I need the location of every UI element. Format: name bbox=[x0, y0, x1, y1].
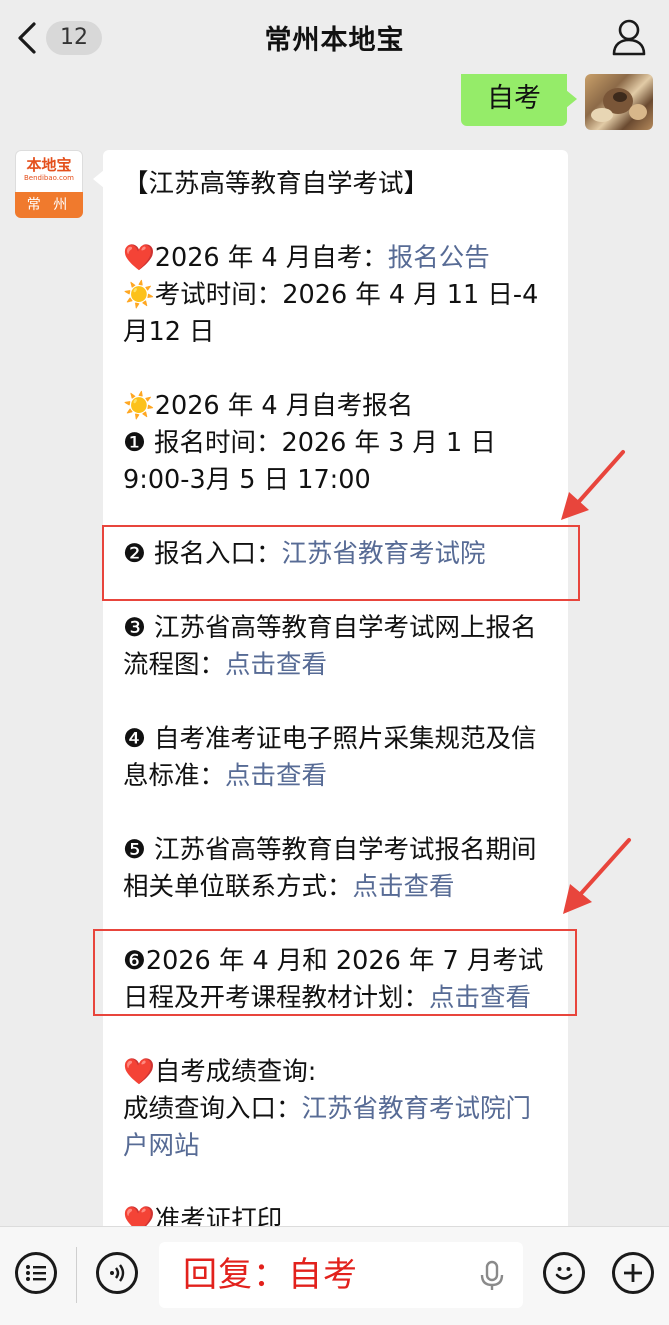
line-registration-entry: ❷ 报名入口：江苏省教育考试院 bbox=[123, 539, 486, 569]
heart-icon: ❤️ bbox=[123, 243, 155, 273]
chat-title: 常州本地宝 bbox=[264, 25, 405, 56]
received-message: 【江苏高等教育自学考试】 ❤️2026 年 4 月自考：报名公告 ☀️考试时间：… bbox=[93, 150, 568, 1270]
line-registration-time: ❶ 报名时间：2026 年 3 月 1 日 9:00-3月 5 日 17:00 bbox=[123, 428, 496, 495]
plus-icon bbox=[624, 1264, 642, 1282]
red-arrow-icon bbox=[561, 450, 625, 520]
list-icon bbox=[26, 1265, 46, 1281]
message-title: 【江苏高等教育自学考试】 bbox=[123, 169, 430, 199]
divider bbox=[76, 1247, 77, 1303]
voice-wave-icon bbox=[110, 1264, 125, 1282]
user-avatar[interactable] bbox=[585, 74, 653, 130]
flowchart-link[interactable]: 点击查看 bbox=[225, 650, 327, 680]
line-exam-time: ☀️考试时间：2026 年 4 月 11 日-4 月12 日 bbox=[123, 280, 539, 347]
line-photo-standard: ❹ 自考准考证电子照片采集规范及信息标准：点击查看 bbox=[123, 724, 537, 791]
voice-mode-button[interactable] bbox=[96, 1252, 138, 1294]
bendibao-avatar[interactable]: 本地宝 Bendibao.com 常 州 bbox=[15, 150, 83, 218]
contacts-link[interactable]: 点击查看 bbox=[353, 872, 455, 902]
reply-hint: 回复：自考 bbox=[183, 1255, 358, 1295]
smiley-icon bbox=[555, 1267, 573, 1280]
line-score-query: ❤️自考成绩查询: bbox=[123, 1057, 317, 1087]
line-registration-notice: ❤️2026 年 4 月自考：报名公告 bbox=[123, 243, 490, 273]
sent-bubble[interactable]: 自考 bbox=[461, 74, 577, 126]
input-bar: 回复：自考 bbox=[0, 1226, 669, 1325]
line-contacts: ❺ 江苏省高等教育自学考试报名期间相关单位联系方式：点击查看 bbox=[123, 835, 537, 902]
more-button[interactable] bbox=[612, 1252, 654, 1294]
logo-city: 常 州 bbox=[15, 192, 83, 218]
sun-icon: ☀️ bbox=[123, 391, 155, 421]
heart-icon: ❤️ bbox=[123, 1057, 155, 1087]
line-exam-schedule: ❻2026 年 4 月和 2026 年 7 月考试日程及开考课程教材计划：点击查… bbox=[123, 946, 544, 1013]
menu-button[interactable] bbox=[15, 1252, 57, 1294]
photo-standard-link[interactable]: 点击查看 bbox=[225, 761, 327, 791]
line-april-registration: ☀️2026 年 4 月自考报名 bbox=[123, 391, 414, 421]
message-input[interactable]: 回复：自考 bbox=[159, 1242, 523, 1308]
logo-domain: Bendibao.com bbox=[23, 174, 74, 182]
microphone-icon[interactable] bbox=[479, 1260, 505, 1292]
line-score-entry: 成绩查询入口：江苏省教育考试院门户网站 bbox=[123, 1094, 532, 1161]
person-icon[interactable] bbox=[611, 18, 647, 56]
jseea-link[interactable]: 江苏省教育考试院 bbox=[281, 539, 485, 569]
red-arrow-icon bbox=[563, 838, 631, 914]
registration-notice-link[interactable]: 报名公告 bbox=[388, 243, 490, 273]
emoji-button[interactable] bbox=[543, 1252, 585, 1294]
exam-schedule-link[interactable]: 点击查看 bbox=[429, 983, 531, 1013]
line-flowchart: ❸ 江苏省高等教育自学考试网上报名流程图：点击查看 bbox=[123, 613, 537, 680]
logo-name: 本地宝 bbox=[26, 156, 72, 174]
top-bar: 12 常州本地宝 bbox=[0, 0, 669, 76]
sun-icon: ☀️ bbox=[123, 280, 155, 310]
